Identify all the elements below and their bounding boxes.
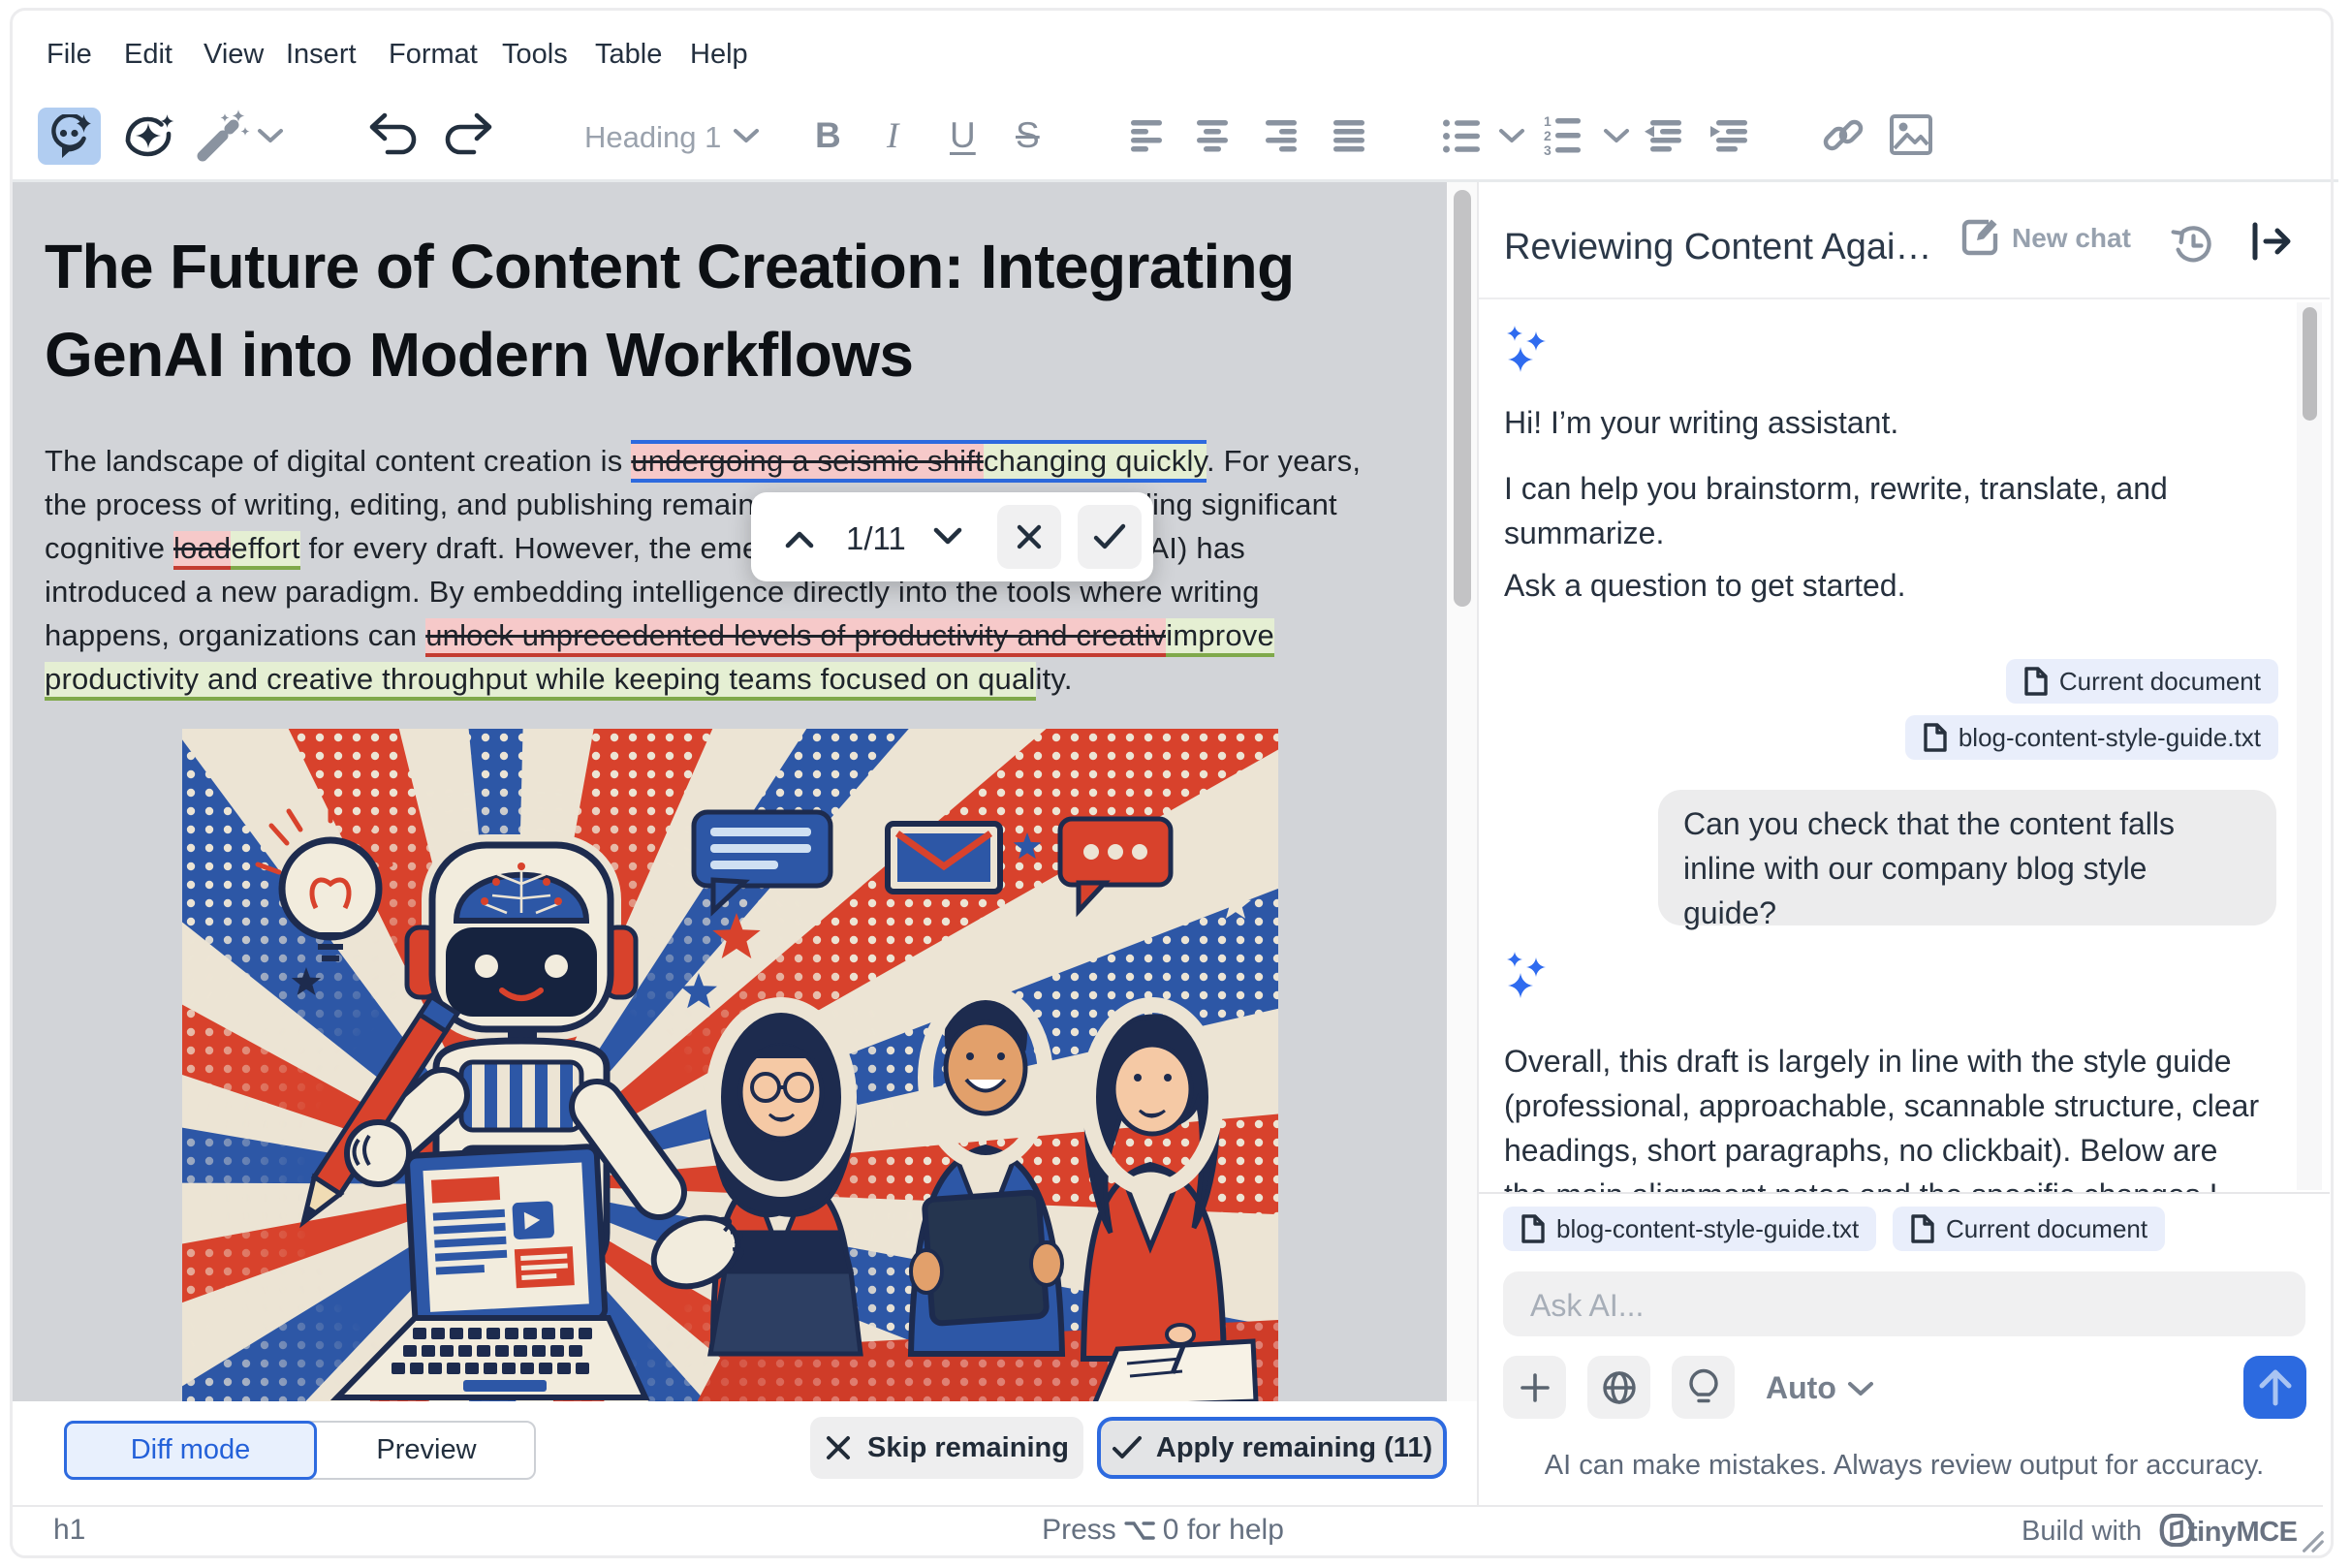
- svg-text:3: 3: [1544, 142, 1552, 157]
- svg-text:1: 1: [1544, 114, 1552, 129]
- svg-text:2: 2: [1544, 128, 1552, 143]
